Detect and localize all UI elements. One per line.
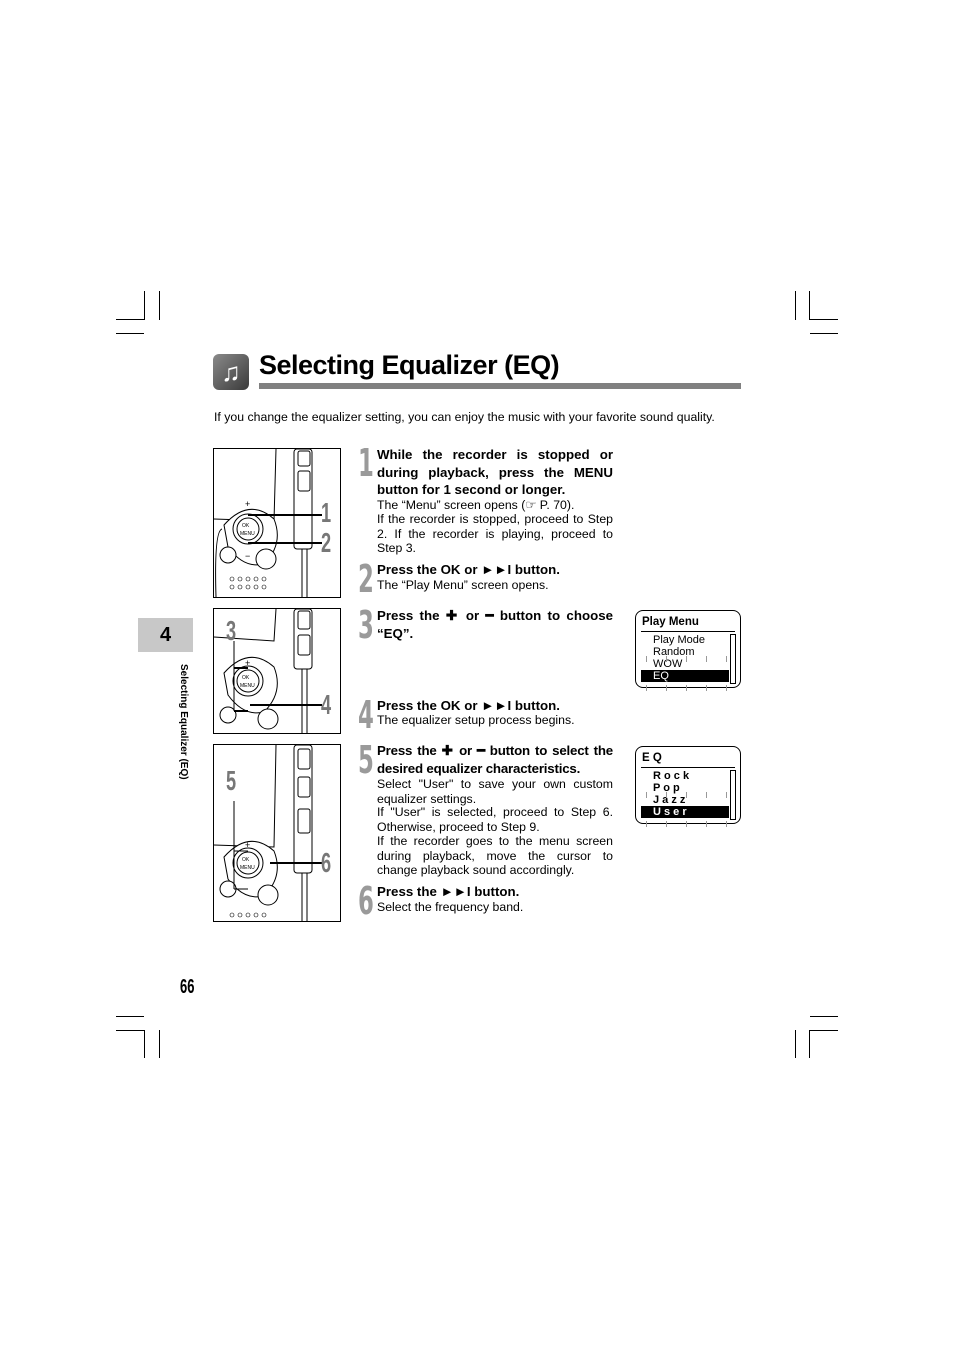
svg-text:−: − bbox=[245, 551, 250, 561]
recorder-figure-1: OK MENU + − 1 2 bbox=[213, 448, 341, 598]
svg-text:OK: OK bbox=[242, 675, 250, 681]
crop-mark bbox=[810, 319, 838, 320]
step-number: 5 bbox=[358, 738, 374, 782]
blink-mark bbox=[666, 656, 667, 662]
crop-mark bbox=[144, 1030, 145, 1058]
blink-mark bbox=[686, 656, 687, 662]
svg-text:OK: OK bbox=[242, 857, 250, 863]
crop-mark bbox=[159, 1030, 160, 1058]
crop-mark bbox=[809, 291, 810, 320]
step-number: 2 bbox=[358, 557, 374, 601]
lcd-menu-item: R o c k bbox=[653, 770, 690, 782]
crop-mark bbox=[810, 333, 838, 334]
crop-mark bbox=[144, 291, 145, 320]
step-heading: Press the ✚ or ━ button to select the de… bbox=[377, 743, 613, 776]
lcd-divider bbox=[641, 631, 735, 632]
lcd-menu-item: Play Mode bbox=[653, 634, 705, 646]
lcd-menu-item-selected: EQ bbox=[653, 670, 669, 682]
blink-mark bbox=[706, 792, 707, 798]
callout-number: 2 bbox=[321, 527, 332, 558]
lcd-title: E Q bbox=[642, 752, 662, 764]
crop-mark bbox=[116, 333, 144, 334]
step-number: 6 bbox=[358, 879, 374, 923]
chapter-tab-label: Selecting Equalizer (EQ) bbox=[178, 664, 189, 780]
recorder-figure-2: OK MENU + 3 4 bbox=[213, 608, 341, 734]
lcd-title: Play Menu bbox=[642, 616, 699, 628]
lcd-menu-item-selected: U s e r bbox=[653, 806, 687, 818]
blink-mark bbox=[666, 685, 667, 691]
crop-mark bbox=[116, 1030, 144, 1031]
crop-mark bbox=[809, 1030, 810, 1058]
blink-mark bbox=[646, 821, 647, 827]
step-text: Select "User" to save your own custom eq… bbox=[377, 777, 613, 806]
lcd-scrollbar bbox=[730, 634, 736, 684]
lcd-divider bbox=[641, 767, 735, 768]
blink-mark bbox=[706, 821, 707, 827]
step-number: 1 bbox=[358, 441, 374, 485]
step-text: The equalizer setup process begins. bbox=[377, 713, 575, 727]
page-number: 66 bbox=[180, 976, 195, 998]
step-heading: While the recorder is stopped or during … bbox=[377, 447, 613, 497]
blink-mark bbox=[706, 685, 707, 691]
step-heading: Press the OK or ►►I button. bbox=[377, 562, 560, 577]
step-text: If the recorder goes to the menu screen … bbox=[377, 834, 613, 878]
callout-number: 3 bbox=[226, 615, 237, 646]
blink-mark bbox=[686, 821, 687, 827]
svg-text:MENU: MENU bbox=[240, 683, 255, 689]
svg-text:MENU: MENU bbox=[240, 531, 255, 537]
step-number: 4 bbox=[358, 693, 374, 737]
lcd-menu-item: Random bbox=[653, 646, 695, 658]
blink-mark bbox=[646, 656, 647, 662]
svg-text:+: + bbox=[245, 658, 250, 668]
blink-mark bbox=[646, 792, 647, 798]
callout-number: 5 bbox=[226, 765, 237, 796]
svg-text:OK: OK bbox=[242, 523, 250, 529]
svg-text:+: + bbox=[245, 840, 250, 850]
callout-number: 4 bbox=[321, 689, 332, 720]
title-rule bbox=[259, 383, 741, 389]
step-text: The “Menu” screen opens (☞ P. 70). bbox=[377, 498, 575, 512]
crop-mark bbox=[159, 291, 160, 320]
blink-mark bbox=[726, 656, 727, 662]
step-heading: Press the OK or ►►I button. bbox=[377, 698, 560, 713]
step-text: If "User" is selected, proceed to Step 6… bbox=[377, 805, 613, 834]
step-text: Select the frequency band. bbox=[377, 900, 524, 914]
blink-mark bbox=[726, 792, 727, 798]
svg-text:+: + bbox=[245, 499, 250, 509]
blink-mark bbox=[646, 685, 647, 691]
lcd-menu-item: J a z z bbox=[653, 794, 686, 806]
blink-mark bbox=[666, 821, 667, 827]
crop-mark bbox=[116, 319, 144, 320]
svg-text:MENU: MENU bbox=[240, 865, 255, 871]
callout-number: 1 bbox=[321, 497, 332, 528]
blink-mark bbox=[726, 821, 727, 827]
step-text: The “Play Menu” screen opens. bbox=[377, 578, 549, 592]
lcd-play-menu: Play Menu Play Mode Random WOW EQ bbox=[635, 610, 741, 691]
step-heading: Press the ✚ or ━ button to choose “EQ”. bbox=[377, 608, 613, 641]
crop-mark bbox=[795, 291, 796, 320]
step-heading: Press the ►►I button. bbox=[377, 884, 520, 899]
music-notes-icon: ♫ bbox=[213, 354, 249, 390]
lcd-scrollbar bbox=[730, 770, 736, 820]
blink-mark bbox=[706, 656, 707, 662]
page-title: Selecting Equalizer (EQ) bbox=[259, 350, 560, 380]
crop-mark bbox=[116, 1016, 144, 1017]
lcd-menu-item: WOW bbox=[653, 658, 683, 670]
step-number: 3 bbox=[358, 603, 374, 647]
intro-text: If you change the equalizer setting, you… bbox=[214, 410, 715, 424]
crop-mark bbox=[810, 1030, 838, 1031]
blink-mark bbox=[686, 792, 687, 798]
blink-mark bbox=[686, 685, 687, 691]
crop-mark bbox=[810, 1016, 838, 1017]
blink-mark bbox=[726, 685, 727, 691]
step-text: If the recorder is stopped, proceed to S… bbox=[377, 512, 613, 556]
chapter-tab: 4 bbox=[138, 618, 193, 652]
crop-mark bbox=[795, 1030, 796, 1058]
lcd-eq-menu: E Q R o c k P o p J a z z U s e r bbox=[635, 746, 741, 827]
blink-mark bbox=[666, 792, 667, 798]
recorder-figure-3: OK MENU + 5 6 bbox=[213, 744, 341, 922]
callout-number: 6 bbox=[321, 847, 332, 878]
